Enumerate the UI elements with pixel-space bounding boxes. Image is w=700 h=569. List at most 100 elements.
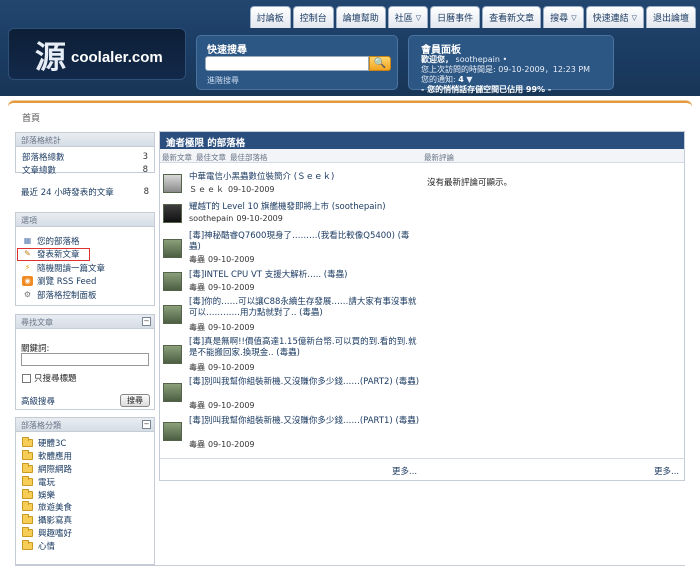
folder-icon bbox=[22, 526, 33, 537]
category-label: 硬體3C bbox=[38, 439, 67, 450]
option-label: 隨機閱讀一篇文章 bbox=[37, 263, 106, 274]
category-item[interactable]: 娛樂 bbox=[16, 488, 154, 501]
option-label: 部落格控制面板 bbox=[37, 290, 97, 301]
post-thumbnail[interactable] bbox=[163, 174, 182, 193]
post-date: 09-10-2009 bbox=[228, 185, 275, 194]
more-posts-link[interactable]: 更多... bbox=[392, 465, 417, 477]
category-item[interactable]: 硬體3C bbox=[16, 437, 154, 450]
post-author[interactable]: soothepain bbox=[189, 214, 233, 223]
option-blog-cp[interactable]: ⚙ 部落格控制面板 bbox=[16, 288, 154, 302]
nav-tab-community[interactable]: 社區 ▽ bbox=[387, 6, 429, 28]
category-item[interactable]: 軟體應用 bbox=[16, 450, 154, 463]
post-author[interactable]: 毒蟲 bbox=[189, 323, 205, 332]
post-thumbnail[interactable] bbox=[163, 383, 182, 402]
breadcrumb: 首頁 bbox=[8, 101, 692, 127]
post-thumbnail[interactable] bbox=[163, 305, 182, 324]
footer-divider bbox=[160, 458, 684, 459]
post-title[interactable]: [毒]INTEL CPU VT 支援大解析….. (毒蟲) bbox=[189, 270, 421, 281]
quick-search-input[interactable] bbox=[205, 56, 369, 71]
post-date: 09-10-2009 bbox=[208, 363, 255, 372]
nav-label: 控制台 bbox=[299, 14, 327, 24]
post-author[interactable]: 毒蟲 bbox=[189, 363, 205, 372]
collapse-icon[interactable]: − bbox=[142, 317, 151, 326]
stat-label[interactable]: 部落格總數 bbox=[22, 151, 65, 163]
category-label: 心情 bbox=[38, 541, 56, 552]
option-random-post[interactable]: ⚡ 隨機閱讀一篇文章 bbox=[16, 261, 154, 275]
post-thumbnail[interactable] bbox=[163, 422, 182, 441]
post-meta: 毒蟲 09-10-2009 bbox=[189, 322, 255, 333]
col-best-posts[interactable]: 最佳文章 bbox=[196, 152, 226, 163]
nav-tab-forums[interactable]: 討論板 bbox=[249, 6, 291, 28]
post-title[interactable]: 中華電信小黑蟲數位裝簡介 (Ｓｅｅｋ) bbox=[189, 172, 421, 183]
category-item[interactable]: 攝影寫真 bbox=[16, 514, 154, 527]
search-button[interactable]: 搜尋 bbox=[120, 394, 150, 407]
post-thumbnail[interactable] bbox=[163, 345, 182, 364]
nav-tab-logout[interactable]: 退出論壇 bbox=[645, 6, 696, 28]
option-new-post[interactable]: ✎ 發表新文章 bbox=[17, 247, 90, 261]
nav-tab-new-posts[interactable]: 查看新文章 bbox=[482, 6, 542, 28]
post-title[interactable]: 耀越T的 Level 10 旗艦機發即將上市 (soothepain) bbox=[189, 202, 421, 213]
site-logo[interactable]: 源 coolaler.com bbox=[8, 28, 186, 80]
post-title[interactable]: [毒]別叫我幫你組裝新機.又沒賺你多少錢……(PART2) (毒蟲) bbox=[189, 377, 421, 388]
folder-icon bbox=[22, 488, 33, 499]
more-comments-link[interactable]: 更多... bbox=[654, 465, 679, 477]
post-title[interactable]: [毒]神秘酷睿Q7600現身了………(我看比較像Q5400) (毒蟲) bbox=[189, 231, 421, 253]
stat-label[interactable]: 最近 24 小時發表的文章 bbox=[21, 186, 114, 198]
option-your-blog[interactable]: ▦ 您的部落格 bbox=[16, 234, 154, 248]
col-recent-posts[interactable]: 最新文章 bbox=[162, 152, 192, 163]
keyword-input[interactable] bbox=[21, 353, 149, 366]
post-author[interactable]: 毒蟲 bbox=[189, 255, 205, 264]
post-item: [毒]真是無啊!!價值高達1.15億新台幣.可以買的到.看的到.就是不能搬回家.… bbox=[163, 337, 418, 372]
title-only-checkbox[interactable] bbox=[22, 373, 31, 383]
post-author[interactable]: Ｓｅｅｋ bbox=[189, 185, 225, 194]
post-author[interactable]: 毒蟲 bbox=[189, 283, 205, 292]
options-title: 選項 bbox=[16, 213, 154, 227]
search-icon[interactable]: 🔍 bbox=[369, 56, 391, 71]
post-date: 09-10-2009 bbox=[236, 214, 283, 223]
post-meta: 毒蟲 09-10-2009 bbox=[189, 362, 255, 373]
post-title[interactable]: [毒]別叫我幫你組裝新機.又沒賺你多少錢……(PART1) (毒蟲) bbox=[189, 416, 421, 427]
breadcrumb-home[interactable]: 首頁 bbox=[22, 111, 40, 124]
folder-icon bbox=[22, 475, 33, 486]
option-rss[interactable]: ◉ 瀏覽 RSS Feed bbox=[16, 275, 154, 289]
advanced-search-link[interactable]: 高級搜尋 bbox=[21, 395, 55, 407]
post-title[interactable]: [毒]你的……可以讓C88永續生存發展……請大家有事沒事就可以…………用力點就對… bbox=[189, 297, 421, 319]
nav-label: 退出論壇 bbox=[652, 14, 689, 24]
mailbox-usage[interactable]: - 您的悄悄話存儲空間已佔用 99% - bbox=[421, 84, 551, 95]
post-meta: Ｓｅｅｋ 09-10-2009 bbox=[189, 184, 275, 195]
nav-tab-calendar[interactable]: 日曆事件 bbox=[430, 6, 481, 28]
quick-search-title: 快速搜尋 bbox=[207, 45, 247, 56]
post-author[interactable]: 毒蟲 bbox=[189, 440, 205, 449]
category-item[interactable]: 網際網路 bbox=[16, 462, 154, 476]
site-header: 源 coolaler.com 討論板 控制台 論壇幫助 社區 ▽ 日曆事件 查看新… bbox=[0, 0, 700, 96]
nav-tab-help[interactable]: 論壇幫助 bbox=[335, 6, 386, 28]
username-link[interactable]: soothepain bbox=[456, 55, 500, 64]
option-label: 發表新文章 bbox=[37, 250, 80, 261]
advanced-search-link[interactable]: 進階搜尋 bbox=[207, 75, 239, 86]
nav-tab-usercp[interactable]: 控制台 bbox=[292, 6, 334, 28]
collapse-icon[interactable]: − bbox=[142, 420, 151, 429]
post-date: 09-10-2009 bbox=[208, 401, 255, 410]
post-thumbnail[interactable] bbox=[163, 272, 182, 291]
post-author[interactable]: 毒蟲 bbox=[189, 401, 205, 410]
post-thumbnail[interactable] bbox=[163, 239, 182, 258]
col-best-blogs[interactable]: 最佳部落格 bbox=[230, 152, 268, 163]
nav-tab-search[interactable]: 搜尋 ▽ bbox=[543, 6, 584, 28]
category-item[interactable]: 電玩 bbox=[16, 475, 154, 488]
post-title[interactable]: [毒]真是無啊!!價值高達1.15億新台幣.可以買的到.看的到.就是不能搬回家.… bbox=[189, 337, 421, 359]
blog-stats-title: 部落格統計 bbox=[16, 133, 154, 147]
post-meta: 毒蟲 09-10-2009 bbox=[189, 439, 255, 450]
folder-icon bbox=[22, 437, 33, 448]
post-meta: 毒蟲 09-10-2009 bbox=[189, 254, 255, 265]
category-item[interactable]: 興趣嗜好 bbox=[16, 526, 154, 540]
category-item[interactable]: 心情 bbox=[16, 539, 154, 552]
stat-label[interactable]: 文章總數 bbox=[22, 164, 56, 176]
find-posts-label: 尋找文章 bbox=[21, 318, 53, 327]
chevron-down-icon: ▽ bbox=[571, 13, 577, 22]
top-nav: 討論板 控制台 論壇幫助 社區 ▽ 日曆事件 查看新文章 搜尋 ▽ 快速連結 ▽ 退出… bbox=[249, 6, 696, 28]
nav-label: 查看新文章 bbox=[489, 14, 535, 24]
category-item[interactable]: 旅遊美食 bbox=[16, 501, 154, 514]
post-item: [毒]神秘酷睿Q7600現身了………(我看比較像Q5400) (毒蟲) 毒蟲 09… bbox=[163, 231, 418, 265]
nav-tab-quick-links[interactable]: 快速連結 ▽ bbox=[585, 6, 644, 28]
post-thumbnail[interactable] bbox=[163, 204, 182, 223]
